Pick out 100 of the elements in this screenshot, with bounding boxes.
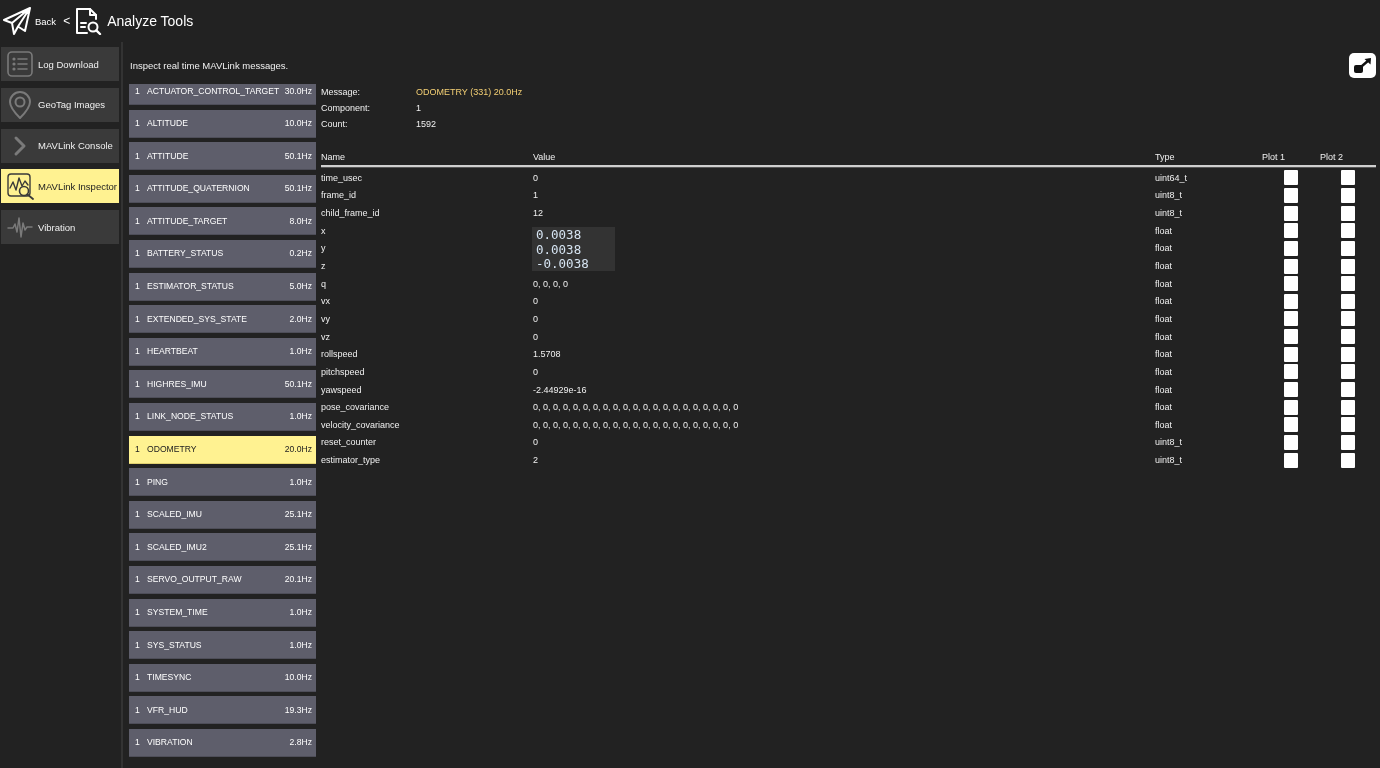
message-list-item[interactable]: 1 ACTUATOR_CONTROL_TARGET 30.0Hz xyxy=(129,84,316,105)
plot-checkbox[interactable] xyxy=(1284,329,1298,345)
field-name: pitchspeed xyxy=(321,366,366,377)
column-header: Name xyxy=(321,152,346,162)
plot-checkbox[interactable] xyxy=(1341,258,1355,274)
sidebar-item[interactable]: MAVLink Inspector xyxy=(1,169,119,204)
plot-checkbox[interactable] xyxy=(1341,329,1355,345)
plot-checkbox[interactable] xyxy=(1341,205,1355,221)
field-name: vy xyxy=(321,313,331,324)
message-list-item[interactable]: 1 HIGHRES_IMU 50.1Hz xyxy=(129,370,316,399)
plot-checkbox[interactable] xyxy=(1341,187,1355,203)
plot-checkbox[interactable] xyxy=(1284,399,1298,415)
field-name: reset_counter xyxy=(321,437,378,448)
message-list-item[interactable]: 1 BATTERY_STATUS 0.2Hz xyxy=(129,239,316,268)
sidebar-item[interactable]: MAVLink Console xyxy=(1,128,119,163)
back-button[interactable]: Back xyxy=(3,7,57,35)
plot-checkbox[interactable] xyxy=(1341,170,1355,186)
message-list-item[interactable]: 1 EXTENDED_SYS_STATE 2.0Hz xyxy=(129,305,316,334)
plot-checkbox[interactable] xyxy=(1341,452,1355,468)
message-list-item[interactable]: 1 SYSTEM_TIME 1.0Hz xyxy=(129,598,316,627)
plot-checkbox[interactable] xyxy=(1284,293,1298,309)
message-list-item[interactable]: 1 ALTITUDE 10.0Hz xyxy=(129,109,316,138)
message-list-item[interactable]: 1 ATTITUDE 50.1Hz xyxy=(129,142,316,171)
plot-checkbox[interactable] xyxy=(1284,434,1298,450)
plot-checkbox[interactable] xyxy=(1284,205,1298,221)
plot-checkbox[interactable] xyxy=(1284,311,1298,327)
message-rate: 50.1Hz xyxy=(284,378,312,389)
message-list-item[interactable]: 1 ATTITUDE_TARGET 8.0Hz xyxy=(129,207,316,236)
component-id: 1 xyxy=(135,411,141,422)
message-list-item[interactable]: 1 VFR_HUD 19.3Hz xyxy=(129,696,316,725)
field-type: uint8_t xyxy=(1155,437,1184,448)
plot-checkbox[interactable] xyxy=(1284,364,1298,380)
message-name: BATTERY_STATUS xyxy=(147,248,225,259)
field-name: child_frame_id xyxy=(321,208,381,219)
field-name: rollspeed xyxy=(321,349,359,360)
plot-checkbox[interactable] xyxy=(1284,223,1298,239)
message-list-item[interactable]: 1 ATTITUDE_QUATERNION 50.1Hz xyxy=(129,174,316,203)
message-name: SYSTEM_TIME xyxy=(147,607,209,617)
message-rate: 10.0Hz xyxy=(284,118,312,129)
plot-checkbox[interactable] xyxy=(1341,223,1355,239)
message-list-item[interactable]: 1 HEARTBEAT 1.0Hz xyxy=(129,337,316,366)
message-name: HEARTBEAT xyxy=(147,346,199,357)
message-list-item[interactable]: 1 PING 1.0Hz xyxy=(129,468,316,497)
plot-checkbox[interactable] xyxy=(1341,240,1355,256)
breadcrumb-separator: < xyxy=(63,14,71,28)
plot-checkbox[interactable] xyxy=(1341,382,1355,397)
message-rate: 1.0Hz xyxy=(289,607,312,617)
info-value: 1592 xyxy=(416,119,437,129)
field-name: y xyxy=(321,243,327,254)
message-list-item[interactable]: 1 SCALED_IMU 25.1Hz xyxy=(129,500,316,529)
message-list-item[interactable]: 1 VIBRATION 2.8Hz xyxy=(129,728,316,757)
plot-checkbox[interactable] xyxy=(1284,240,1298,256)
field-type: uint8_t xyxy=(1155,455,1184,466)
plot-checkbox[interactable] xyxy=(1284,170,1298,186)
plot-checkbox[interactable] xyxy=(1341,276,1355,292)
message-list-item[interactable]: 1 LINK_NODE_STATUS 1.0Hz xyxy=(129,402,316,431)
plot-checkbox[interactable] xyxy=(1284,382,1298,397)
field-value: 0 xyxy=(533,437,539,448)
message-rate: 5.0Hz xyxy=(289,281,312,292)
message-name: ATTITUDE_QUATERNION xyxy=(147,183,251,194)
plot-checkbox[interactable] xyxy=(1341,293,1355,309)
sidebar-item[interactable]: Log Download xyxy=(1,47,119,81)
message-name: ATTITUDE xyxy=(147,150,190,161)
message-list-item[interactable]: 1 ESTIMATOR_STATUS 5.0Hz xyxy=(129,272,316,301)
plot-checkbox[interactable] xyxy=(1284,276,1298,292)
message-rate: 25.1Hz xyxy=(284,509,312,520)
plot-checkbox[interactable] xyxy=(1284,417,1298,433)
component-id: 1 xyxy=(135,509,141,520)
plot-checkbox[interactable] xyxy=(1284,346,1298,362)
message-name: HIGHRES_IMU xyxy=(147,378,208,389)
field-type: float xyxy=(1155,419,1173,430)
plot-checkbox[interactable] xyxy=(1341,399,1355,415)
component-id: 1 xyxy=(135,574,141,585)
message-list-item[interactable]: 1 SERVO_OUTPUT_RAW 20.1Hz xyxy=(129,565,316,594)
plot-checkbox[interactable] xyxy=(1341,434,1355,450)
plot-checkbox[interactable] xyxy=(1341,417,1355,433)
component-id: 1 xyxy=(135,607,141,617)
message-list-item[interactable]: 1 SCALED_IMU2 25.1Hz xyxy=(129,533,316,562)
plot-checkbox[interactable] xyxy=(1341,311,1355,327)
plot-checkbox[interactable] xyxy=(1284,258,1298,274)
column-header: Value xyxy=(533,152,557,162)
message-list-item[interactable]: 1 ODOMETRY 20.0Hz xyxy=(129,435,316,464)
field-name: z xyxy=(321,261,327,271)
info-value: ODOMETRY (331) 20.0Hz xyxy=(416,87,523,97)
field-type: float xyxy=(1155,313,1173,324)
popout-button[interactable] xyxy=(1349,53,1376,78)
sidebar-item[interactable]: GeoTag Images xyxy=(1,87,119,122)
document-search-icon xyxy=(75,7,103,35)
component-id: 1 xyxy=(135,704,141,715)
plot-checkbox[interactable] xyxy=(1341,346,1355,362)
message-name: ODOMETRY xyxy=(147,444,198,455)
message-list-item[interactable]: 1 TIMESYNC 10.0Hz xyxy=(129,663,316,692)
plot-checkbox[interactable] xyxy=(1284,187,1298,203)
paper-plane-icon xyxy=(3,7,31,35)
sidebar-item[interactable]: Vibration xyxy=(1,210,119,244)
plot-checkbox[interactable] xyxy=(1284,452,1298,468)
message-rate: 30.0Hz xyxy=(284,85,312,96)
message-name: LINK_NODE_STATUS xyxy=(147,411,235,422)
plot-checkbox[interactable] xyxy=(1341,364,1355,380)
message-list-item[interactable]: 1 SYS_STATUS 1.0Hz xyxy=(129,631,316,660)
